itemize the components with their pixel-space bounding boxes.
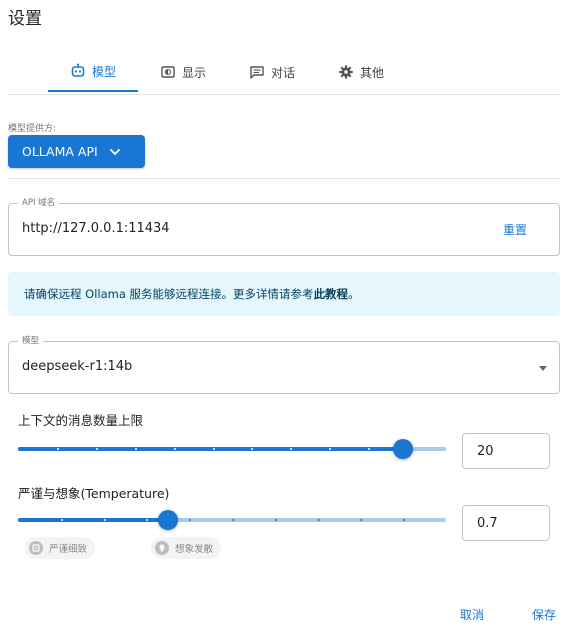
tab-label: 对话	[270, 65, 295, 80]
context-limit-label: 上下文的消息数量上限	[18, 413, 144, 428]
temperature-slider[interactable]	[18, 508, 446, 532]
save-button[interactable]: 保存	[532, 606, 556, 623]
lightbulb-icon	[155, 541, 169, 555]
info-alert: 请确保远程 Ollama 服务能够远程连接。更多详情请参考 此教程。	[8, 272, 560, 316]
slider-tick	[318, 519, 320, 521]
slider-tick	[360, 519, 362, 521]
tab-chat[interactable]: 对话	[228, 52, 316, 92]
imaginative-chip-label: 想象发散	[175, 544, 214, 555]
slider-tick	[189, 519, 191, 521]
dropdown-arrow-icon	[539, 366, 547, 371]
tab-display[interactable]: 显示	[138, 52, 228, 92]
provider-select-button[interactable]: OLLAMA API	[8, 135, 145, 168]
slider-tick	[104, 519, 106, 521]
model-select[interactable]: 模型 deepseek-r1:14b	[8, 336, 560, 394]
temperature-input[interactable]: 0.7	[462, 505, 550, 541]
slider-tick	[61, 519, 63, 521]
tab-label: 显示	[181, 65, 206, 80]
slider-tick	[96, 448, 98, 450]
model-legend: 模型	[18, 336, 44, 347]
reset-button[interactable]: 重置	[503, 221, 527, 238]
strict-chip: 严谨细致	[25, 537, 96, 559]
robot-icon	[70, 63, 86, 79]
tabs-divider	[8, 94, 560, 95]
provider-divider	[8, 178, 560, 179]
slider-tick	[135, 448, 137, 450]
slider-tick	[329, 448, 331, 450]
context-limit-slider[interactable]	[18, 437, 446, 461]
slider-tick	[290, 448, 292, 450]
imaginative-chip: 想象发散	[151, 537, 222, 559]
tab-label: 其他	[359, 65, 384, 80]
temperature-label: 严谨与想象(Temperature)	[18, 486, 170, 501]
slider-thumb[interactable]	[158, 510, 178, 530]
strict-chip-label: 严谨细致	[49, 544, 88, 555]
chevron-down-icon	[109, 146, 121, 158]
slider-track	[18, 447, 403, 451]
slider-tick	[174, 448, 176, 450]
tab-label: 模型	[91, 64, 116, 79]
model-value: deepseek-r1:14b	[22, 359, 133, 374]
alert-suffix: 。	[348, 287, 360, 301]
api-host-legend: API 域名	[18, 198, 60, 209]
slider-tick	[403, 519, 405, 521]
tab-model[interactable]: 模型	[48, 52, 138, 92]
chat-icon	[249, 64, 265, 80]
alert-text: 请确保远程 Ollama 服务能够远程连接。更多详情请参考	[24, 287, 314, 301]
gear-icon	[338, 64, 354, 80]
slider-tick	[146, 519, 148, 521]
context-limit-input[interactable]: 20	[462, 433, 550, 469]
slider-tick	[368, 448, 370, 450]
strict-icon	[29, 541, 43, 555]
provider-label: 模型提供方:	[8, 124, 57, 134]
settings-tabs: 模型 显示 对话 其他	[48, 52, 406, 92]
display-icon	[160, 64, 176, 80]
slider-tick	[213, 448, 215, 450]
api-host-field[interactable]: API 域名 http://127.0.0.1:11434 重置	[8, 198, 560, 256]
slider-tick	[57, 448, 59, 450]
slider-tick	[232, 519, 234, 521]
provider-value: OLLAMA API	[22, 144, 98, 159]
slider-thumb[interactable]	[393, 439, 413, 459]
slider-tick	[275, 519, 277, 521]
tab-other[interactable]: 其他	[316, 52, 406, 92]
tutorial-link[interactable]: 此教程	[314, 286, 349, 302]
cancel-button[interactable]: 取消	[460, 606, 484, 623]
slider-tick	[251, 448, 253, 450]
page-title: 设置	[8, 9, 42, 29]
api-host-value: http://127.0.0.1:11434	[22, 221, 170, 236]
